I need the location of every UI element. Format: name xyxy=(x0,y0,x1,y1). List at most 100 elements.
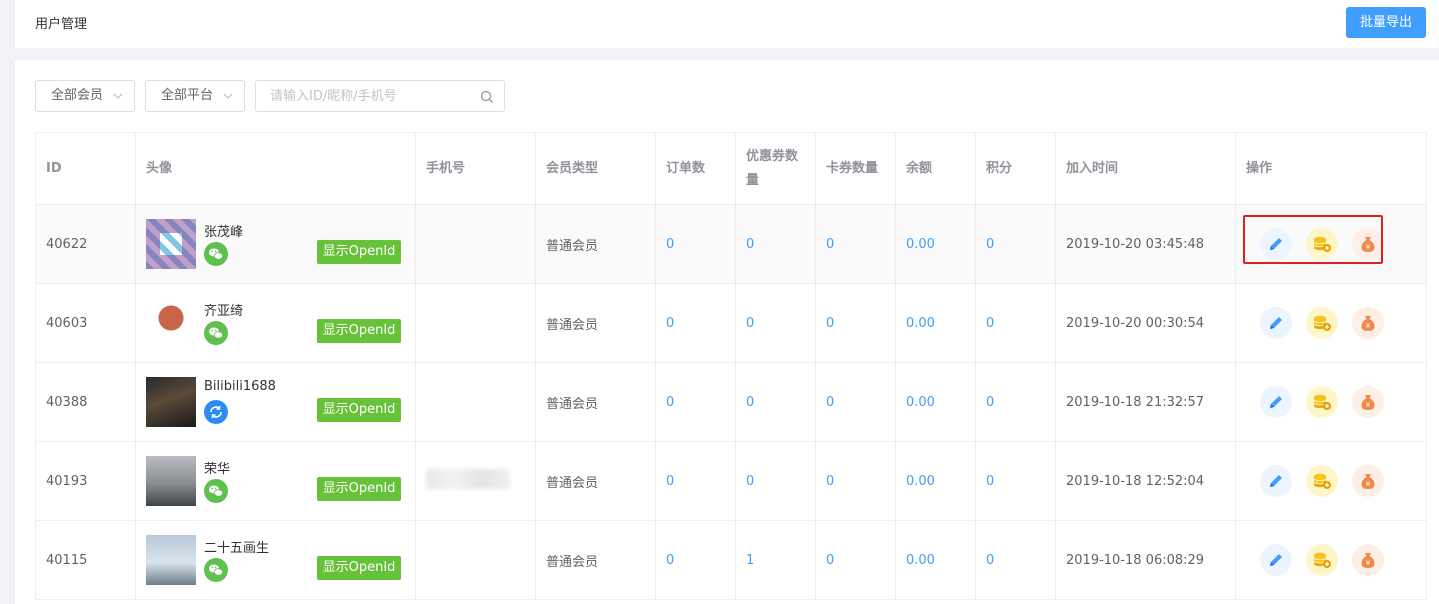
cell-member-type: 普通会员 xyxy=(535,362,656,442)
member-type-select[interactable]: 全部会员 xyxy=(35,80,135,112)
cell-balance[interactable]: 0.00 xyxy=(895,283,976,363)
cell-avatar: 齐亚绮 显示OpenId xyxy=(135,283,416,363)
pencil-icon xyxy=(1270,317,1282,329)
recharge-points-button[interactable] xyxy=(1306,544,1338,576)
cell-coupons[interactable]: 0 xyxy=(735,283,816,363)
edit-button[interactable] xyxy=(1260,386,1292,418)
cell-cards[interactable]: 0 xyxy=(815,362,896,442)
cell-orders[interactable]: 0 xyxy=(655,204,736,284)
avatar xyxy=(146,456,196,506)
cell-balance[interactable]: 0.00 xyxy=(895,441,976,521)
chevron-down-icon xyxy=(223,93,233,99)
col-header-balance: 余额 xyxy=(895,132,976,205)
edit-button[interactable] xyxy=(1260,465,1292,497)
cell-orders[interactable]: 0 xyxy=(655,520,736,600)
cell-avatar: 张茂峰 显示OpenId xyxy=(135,204,416,284)
show-openid-button[interactable]: 显示OpenId xyxy=(317,240,401,264)
recharge-points-button[interactable] xyxy=(1306,465,1338,497)
coins-add-icon xyxy=(1313,394,1331,410)
cell-coupons[interactable]: 0 xyxy=(735,204,816,284)
nickname: 张茂峰 xyxy=(204,225,244,240)
edit-button[interactable] xyxy=(1260,307,1292,339)
pencil-icon xyxy=(1270,554,1282,566)
avatar xyxy=(146,377,196,427)
sync-icon xyxy=(204,400,228,424)
table-header-row: ID 头像 手机号 会员类型 订单数 优惠券数量 卡券数量 余额 积分 加入时间… xyxy=(35,132,1427,205)
platform-select-value: 全部平台 xyxy=(161,88,214,103)
cell-orders[interactable]: 0 xyxy=(655,362,736,442)
cell-id: 40193 xyxy=(35,441,136,521)
cell-points[interactable]: 0 xyxy=(975,283,1056,363)
cell-points[interactable]: 0 xyxy=(975,204,1056,284)
show-openid-button[interactable]: 显示OpenId xyxy=(317,319,401,343)
cell-points[interactable]: 0 xyxy=(975,362,1056,442)
cell-orders[interactable]: 0 xyxy=(655,283,736,363)
recharge-balance-button[interactable]: ¥ xyxy=(1352,307,1384,339)
nickname: 荣华 xyxy=(204,462,231,477)
platform-select[interactable]: 全部平台 xyxy=(145,80,245,112)
cell-coupons[interactable]: 0 xyxy=(735,441,816,521)
recharge-balance-button[interactable]: ¥ xyxy=(1352,465,1384,497)
money-bag-icon: ¥ xyxy=(1361,474,1375,489)
nickname: 齐亚绮 xyxy=(204,304,244,319)
cell-id: 40115 xyxy=(35,520,136,600)
avatar xyxy=(146,298,196,348)
wechat-icon xyxy=(204,558,228,582)
show-openid-button[interactable]: 显示OpenId xyxy=(317,556,401,580)
cell-balance[interactable]: 0.00 xyxy=(895,362,976,442)
wechat-icon xyxy=(204,479,228,503)
cell-member-type: 普通会员 xyxy=(535,520,656,600)
member-type-select-value: 全部会员 xyxy=(51,88,104,103)
coins-add-icon xyxy=(1313,315,1331,331)
cell-member-type: 普通会员 xyxy=(535,441,656,521)
table-row: 40603 齐亚绮 显示OpenId 普通会员 0 0 0 0.00 0 201… xyxy=(35,283,1427,363)
show-openid-button[interactable]: 显示OpenId xyxy=(317,477,401,501)
recharge-points-button[interactable] xyxy=(1306,307,1338,339)
cell-joined: 2019-10-20 03:45:48 xyxy=(1055,204,1236,284)
search-box xyxy=(255,80,505,112)
cell-balance[interactable]: 0.00 xyxy=(895,520,976,600)
table-row: 40115 二十五画生 显示OpenId 普通会员 0 1 0 0.00 0 2… xyxy=(35,520,1427,600)
show-openid-button[interactable]: 显示OpenId xyxy=(317,398,401,422)
cell-points[interactable]: 0 xyxy=(975,520,1056,600)
svg-text:¥: ¥ xyxy=(1366,322,1371,330)
recharge-balance-button[interactable]: ¥ xyxy=(1352,544,1384,576)
col-header-orders: 订单数 xyxy=(655,132,736,205)
cell-joined: 2019-10-18 06:08:29 xyxy=(1055,520,1236,600)
cell-phone xyxy=(415,204,536,284)
wechat-icon xyxy=(204,242,228,266)
col-header-points: 积分 xyxy=(975,132,1056,205)
cell-phone xyxy=(415,441,536,521)
cell-cards[interactable]: 0 xyxy=(815,204,896,284)
cell-id: 40388 xyxy=(35,362,136,442)
cell-id: 40622 xyxy=(35,204,136,284)
cell-avatar: Bilibili1688 显示OpenId xyxy=(135,362,416,442)
search-icon[interactable] xyxy=(480,90,494,104)
cell-coupons[interactable]: 1 xyxy=(735,520,816,600)
col-header-id: ID xyxy=(35,132,136,205)
cell-balance[interactable]: 0.00 xyxy=(895,204,976,284)
cell-cards[interactable]: 0 xyxy=(815,441,896,521)
col-header-joined: 加入时间 xyxy=(1055,132,1236,205)
avatar xyxy=(146,219,196,269)
nickname: 二十五画生 xyxy=(204,541,270,556)
cell-cards[interactable]: 0 xyxy=(815,283,896,363)
money-bag-icon: ¥ xyxy=(1361,395,1375,410)
cell-phone xyxy=(415,283,536,363)
cell-joined: 2019-10-18 21:32:57 xyxy=(1055,362,1236,442)
cell-orders[interactable]: 0 xyxy=(655,441,736,521)
recharge-balance-button[interactable]: ¥ xyxy=(1352,386,1384,418)
cell-coupons[interactable]: 0 xyxy=(735,362,816,442)
edit-button[interactable] xyxy=(1260,544,1292,576)
col-header-cards: 卡券数量 xyxy=(815,132,896,205)
cell-joined: 2019-10-18 12:52:04 xyxy=(1055,441,1236,521)
batch-export-button[interactable]: 批量导出 xyxy=(1346,7,1426,38)
search-input[interactable] xyxy=(270,87,470,105)
recharge-points-button[interactable] xyxy=(1306,386,1338,418)
cell-points[interactable]: 0 xyxy=(975,441,1056,521)
cell-actions: ¥ xyxy=(1235,362,1427,442)
money-bag-icon: ¥ xyxy=(1361,553,1375,568)
cell-phone xyxy=(415,520,536,600)
coins-add-icon xyxy=(1313,473,1331,489)
cell-cards[interactable]: 0 xyxy=(815,520,896,600)
